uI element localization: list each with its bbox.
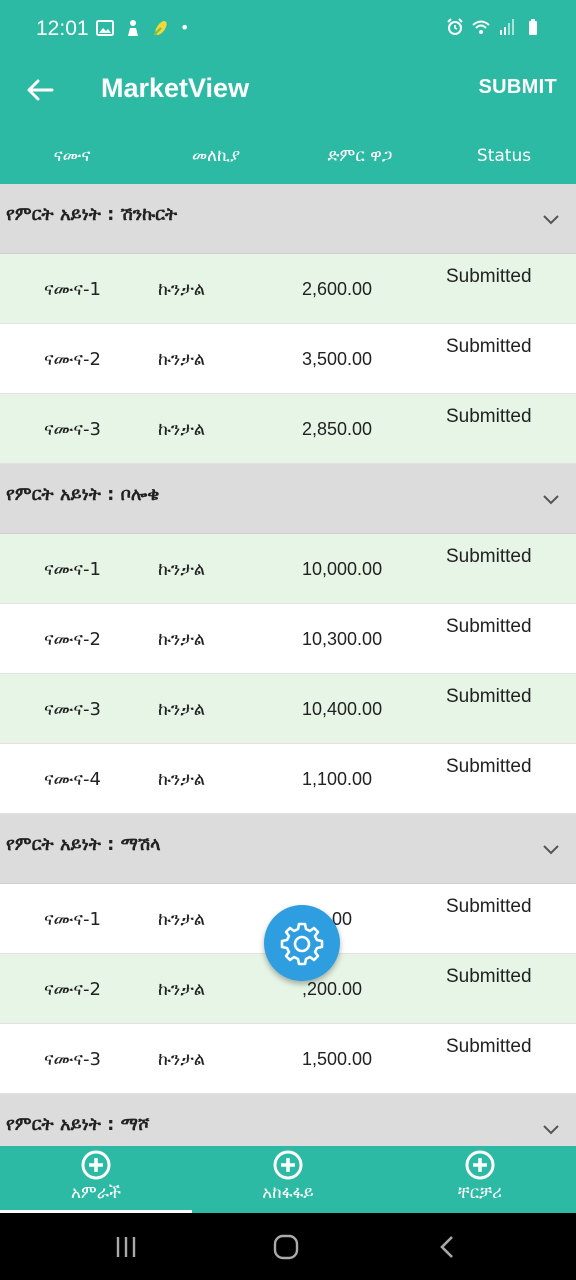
unit: ኩንታል: [158, 699, 206, 720]
corn-icon: [153, 20, 167, 36]
status-text: Submitted: [446, 406, 532, 427]
recent-apps-icon[interactable]: [112, 1233, 140, 1261]
list-item[interactable]: ናሙና-1 ኩንታል 10,000.00 Submitted: [0, 534, 576, 604]
sample-name: ናሙና-2: [44, 979, 101, 1000]
total-price: 1,100.00: [302, 769, 373, 789]
status-time: 12:01: [36, 17, 89, 40]
nav-item-producer[interactable]: አምራች: [0, 1146, 192, 1213]
status-bar: 12:01 •: [0, 0, 576, 58]
status-text: Submitted: [446, 616, 532, 637]
wifi-icon: [472, 20, 490, 34]
gear-icon: [280, 922, 324, 966]
app-bar: MarketView SUBMIT: [0, 58, 576, 128]
total-price: 2,850.00: [302, 419, 373, 439]
sample-list: የምርት አይነት : ሽንኩርት ናሙና-1 ኩንታል 2,600.00 Su…: [0, 184, 576, 1146]
back-arrow-icon[interactable]: [22, 72, 58, 108]
sample-name: ናሙና-3: [44, 419, 101, 440]
status-right-icons: [446, 18, 542, 36]
sample-name: ናሙና-4: [44, 769, 101, 790]
total-price: ,200.00: [302, 979, 363, 999]
column-unit: መለኪያ: [191, 146, 241, 166]
group-header-onion[interactable]: የምርት አይነት : ሽንኩርት: [0, 184, 576, 254]
status-text: Submitted: [446, 896, 532, 917]
total-price: 10,000.00: [302, 559, 383, 579]
add-circle-icon: [273, 1150, 303, 1180]
chevron-down-icon: [543, 845, 559, 855]
status-text: Submitted: [446, 966, 532, 987]
status-text: Submitted: [446, 686, 532, 707]
unit: ኩንታል: [158, 1049, 206, 1070]
signal-icon: [500, 19, 514, 35]
nav-item-distributor[interactable]: አከፋፋይ: [192, 1146, 384, 1213]
add-circle-icon: [81, 1150, 111, 1180]
sample-name: ናሙና-1: [44, 279, 101, 300]
status-text: Submitted: [446, 756, 532, 777]
status-text: Submitted: [446, 546, 532, 567]
bottom-nav: አምራች አከፋፋይ ቸርቻሪ: [0, 1146, 576, 1213]
column-total: ድምር ዋጋ: [327, 146, 393, 166]
alarm-icon: [447, 18, 463, 35]
group-title: የምርት አይነት : ማሾ: [6, 1114, 150, 1135]
back-icon[interactable]: [434, 1233, 462, 1261]
group-title: የምርት አይነት : ማሽላ: [6, 834, 161, 855]
total-price: 2,600.00: [302, 279, 373, 299]
settings-fab[interactable]: [264, 905, 340, 981]
nav-item-retailer[interactable]: ቸርቻሪ: [384, 1146, 576, 1213]
unit: ኩንታል: [158, 769, 206, 790]
unit: ኩንታል: [158, 559, 206, 580]
unit: ኩንታል: [158, 349, 206, 370]
submit-button[interactable]: SUBMIT: [479, 76, 557, 99]
total-price: 1,500.00: [302, 1049, 373, 1069]
column-status: Status: [476, 146, 532, 166]
list-item[interactable]: ናሙና-3 ኩንታል 2,850.00 Submitted: [0, 394, 576, 464]
group-title: የምርት አይነት : ሽንኩርት: [6, 204, 178, 225]
total-price: 10,300.00: [302, 629, 383, 649]
nav-label: አከፋፋይ: [262, 1183, 314, 1203]
list-item[interactable]: ናሙና-4 ኩንታል 1,100.00 Submitted: [0, 744, 576, 814]
unit: ኩንታል: [158, 629, 206, 650]
list-item[interactable]: ናሙና-3 ኩንታል 1,500.00 Submitted: [0, 1024, 576, 1094]
status-text: Submitted: [446, 336, 532, 357]
group-title: የምርት አይነት : ቦሎቄ: [6, 484, 160, 505]
sample-name: ናሙና-3: [44, 1049, 101, 1070]
nav-label: አምራች: [70, 1183, 122, 1203]
chevron-down-icon: [543, 1125, 559, 1135]
notification-dot: •: [180, 18, 190, 37]
sample-name: ናሙና-1: [44, 909, 101, 930]
unit: ኩንታል: [158, 979, 206, 1000]
gallery-icon: [96, 19, 114, 36]
column-header: ናሙና መለኪያ ድምር ዋጋ Status: [0, 128, 576, 184]
person-icon: [128, 19, 138, 36]
group-header-sorghum[interactable]: የምርት አይነት : ማሽላ: [0, 814, 576, 884]
list-item[interactable]: ናሙና-1 ኩንታል 2,600.00 Submitted: [0, 254, 576, 324]
list-item[interactable]: ናሙና-3 ኩንታል 10,400.00 Submitted: [0, 674, 576, 744]
total-price: 10,400.00: [302, 699, 383, 719]
group-header-beans[interactable]: የምርት አይነት : ቦሎቄ: [0, 464, 576, 534]
group-header-mung-bean[interactable]: የምርት አይነት : ማሾ: [0, 1094, 576, 1146]
status-left-icons: •: [96, 18, 189, 37]
chevron-down-icon: [543, 495, 559, 505]
sample-name: ናሙና-3: [44, 699, 101, 720]
status-text: Submitted: [446, 1036, 532, 1057]
nav-label: ቸርቻሪ: [458, 1183, 502, 1203]
home-icon[interactable]: [272, 1233, 300, 1261]
status-text: Submitted: [446, 266, 532, 287]
sample-name: ናሙና-2: [44, 629, 101, 650]
chevron-down-icon: [543, 215, 559, 225]
column-sample: ናሙና: [53, 146, 91, 166]
list-item[interactable]: ናሙና-2 ኩንታል 10,300.00 Submitted: [0, 604, 576, 674]
sample-name: ናሙና-2: [44, 349, 101, 370]
unit: ኩንታል: [158, 419, 206, 440]
system-nav-bar: [0, 1213, 576, 1280]
total-price: 3,500.00: [302, 349, 373, 369]
battery-icon: [529, 19, 537, 35]
add-circle-icon: [465, 1150, 495, 1180]
unit: ኩንታል: [158, 909, 206, 930]
list-item[interactable]: ናሙና-2 ኩንታል 3,500.00 Submitted: [0, 324, 576, 394]
unit: ኩንታል: [158, 279, 206, 300]
app-title: MarketView: [101, 73, 250, 103]
sample-name: ናሙና-1: [44, 559, 101, 580]
